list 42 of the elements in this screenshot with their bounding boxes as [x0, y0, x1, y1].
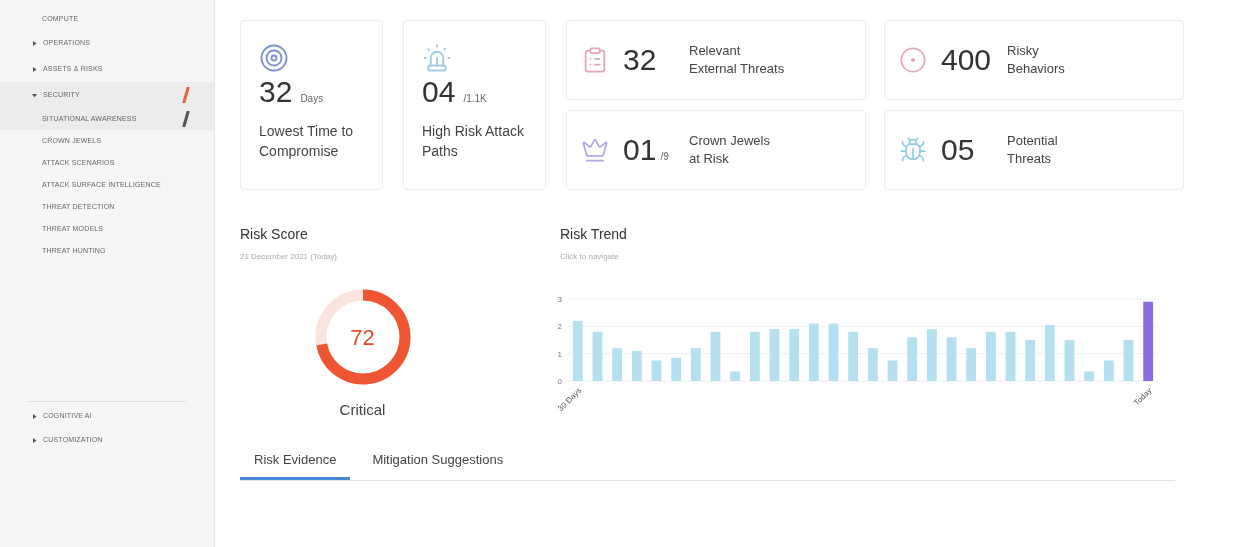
- metric-label: Behaviors: [1007, 60, 1065, 78]
- caret-right-icon: [32, 40, 37, 46]
- tab[interactable]: Mitigation Suggestions: [358, 449, 518, 480]
- metric-value: 04: [422, 77, 456, 107]
- caret-down-icon: [32, 92, 37, 98]
- trend-bar[interactable]: [1143, 301, 1154, 381]
- axis-tick-label: 3: [557, 295, 562, 304]
- caret-right-icon: [32, 413, 37, 419]
- tab[interactable]: Risk Evidence: [240, 449, 351, 480]
- metric-value: 32: [259, 77, 293, 107]
- metric-label: at Risk: [689, 150, 730, 168]
- metric-unit: /1.1K: [463, 92, 487, 106]
- metric-unit: /9: [660, 150, 669, 164]
- metric-label: High Risk Attack Paths: [422, 122, 525, 161]
- metric-label: External Threats: [689, 60, 785, 78]
- metric-label: Relevant: [689, 42, 742, 60]
- score-rating: Critical: [339, 400, 386, 420]
- metric-label: Crown Jewels: [689, 132, 770, 150]
- caret-right-icon: [32, 66, 37, 72]
- metric-unit: Days: [300, 92, 324, 106]
- axis-tick-label: 0: [557, 377, 562, 386]
- siren-icon: [422, 43, 452, 73]
- metric-value: 400: [941, 45, 992, 75]
- score-value: 72: [350, 323, 375, 352]
- metric-value: 01: [623, 135, 657, 165]
- chart-caption: Click to navigate: [560, 251, 620, 263]
- section-title: Risk Score: [240, 225, 309, 244]
- metric-value: 05: [941, 135, 975, 165]
- bug-icon: [899, 136, 927, 164]
- section-title: Risk Trend: [560, 225, 628, 244]
- metric-label: Threats: [1007, 150, 1053, 168]
- crown-icon: [581, 136, 609, 164]
- axis-tick-label: 1: [557, 349, 562, 359]
- circle-icon: [899, 46, 927, 74]
- target-icon: [259, 43, 289, 73]
- metric-label: Lowest Time to Compromise: [259, 122, 355, 161]
- date-caption: 21 December 2021 (Today): [240, 251, 338, 263]
- metric-value: 32: [623, 45, 657, 75]
- metric-label: Potential: [1007, 132, 1058, 150]
- metric-label: Risky: [1007, 42, 1040, 60]
- caret-right-icon: [32, 437, 37, 443]
- axis-tick-label: 2: [557, 322, 562, 332]
